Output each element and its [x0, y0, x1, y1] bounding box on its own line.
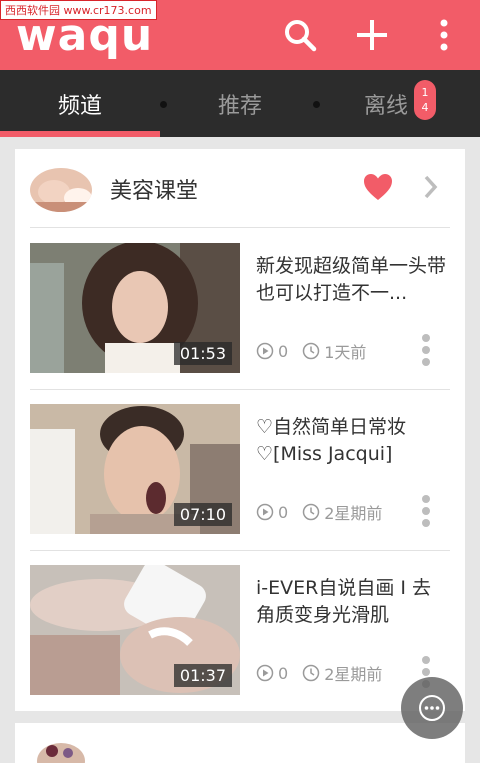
channel-header[interactable]: 美容课堂	[15, 149, 465, 227]
plus-icon[interactable]	[347, 10, 397, 60]
clock-icon	[302, 503, 320, 521]
tab-bar: 频道 推荐 离线 14	[0, 70, 480, 137]
video-item[interactable]: 01:37 i-EVER自说自画 I 去角质变身光滑肌 0 2星期前	[30, 565, 450, 695]
video-meta: 0 2星期前	[256, 500, 382, 524]
search-icon[interactable]	[275, 10, 325, 60]
channel-card: 美容课堂 01:53 新发现超级简单一头带也可以打造不一... 0 1天前 07…	[15, 149, 465, 711]
channel-avatar	[30, 168, 92, 212]
video-duration: 07:10	[173, 503, 232, 526]
play-count-icon	[256, 342, 274, 360]
video-thumbnail[interactable]: 01:37	[30, 565, 240, 695]
channel-avatar	[30, 733, 92, 763]
heart-icon[interactable]	[363, 173, 393, 201]
video-thumbnail[interactable]: 01:53	[30, 243, 240, 373]
video-title[interactable]: ♡自然简单日常妆♡[Miss Jacqui]	[256, 414, 446, 468]
upload-time: 2星期前	[324, 504, 383, 523]
play-count-icon	[256, 664, 274, 682]
view-count: 0	[278, 663, 289, 683]
video-duration: 01:53	[173, 342, 232, 365]
tab-channels[interactable]: 频道	[0, 70, 160, 137]
view-count: 0	[278, 502, 289, 522]
video-item[interactable]: 01:53 新发现超级简单一头带也可以打造不一... 0 1天前	[30, 243, 450, 373]
more-vert-icon[interactable]	[420, 494, 432, 528]
upload-time: 2星期前	[324, 665, 383, 684]
overflow-menu-icon[interactable]	[419, 10, 469, 60]
divider	[30, 227, 450, 228]
video-meta: 0 1天前	[256, 339, 366, 363]
divider	[30, 550, 450, 551]
clock-icon	[302, 664, 320, 682]
clock-icon	[302, 342, 320, 360]
offline-count-badge: 14	[414, 80, 436, 120]
video-title[interactable]: 新发现超级简单一头带也可以打造不一...	[256, 253, 446, 307]
view-count: 0	[278, 341, 289, 361]
play-count-icon	[256, 503, 274, 521]
tab-recommended[interactable]: 推荐	[160, 70, 320, 137]
next-channel-card[interactable]	[15, 723, 465, 763]
active-tab-indicator	[0, 131, 160, 137]
watermark: 西西软件园 www.cr173.com	[0, 0, 157, 20]
divider	[30, 389, 450, 390]
chat-bubble-icon[interactable]	[401, 677, 463, 739]
video-title[interactable]: i-EVER自说自画 I 去角质变身光滑肌	[256, 575, 446, 629]
more-vert-icon[interactable]	[420, 333, 432, 367]
video-meta: 0 2星期前	[256, 661, 382, 685]
video-item[interactable]: 07:10 ♡自然简单日常妆♡[Miss Jacqui] 0 2星期前	[30, 404, 450, 534]
upload-time: 1天前	[324, 343, 367, 362]
video-duration: 01:37	[173, 664, 232, 687]
chevron-right-icon[interactable]	[421, 173, 441, 201]
channel-title: 美容课堂	[110, 179, 199, 204]
tab-offline[interactable]: 离线	[306, 70, 466, 137]
video-thumbnail[interactable]: 07:10	[30, 404, 240, 534]
